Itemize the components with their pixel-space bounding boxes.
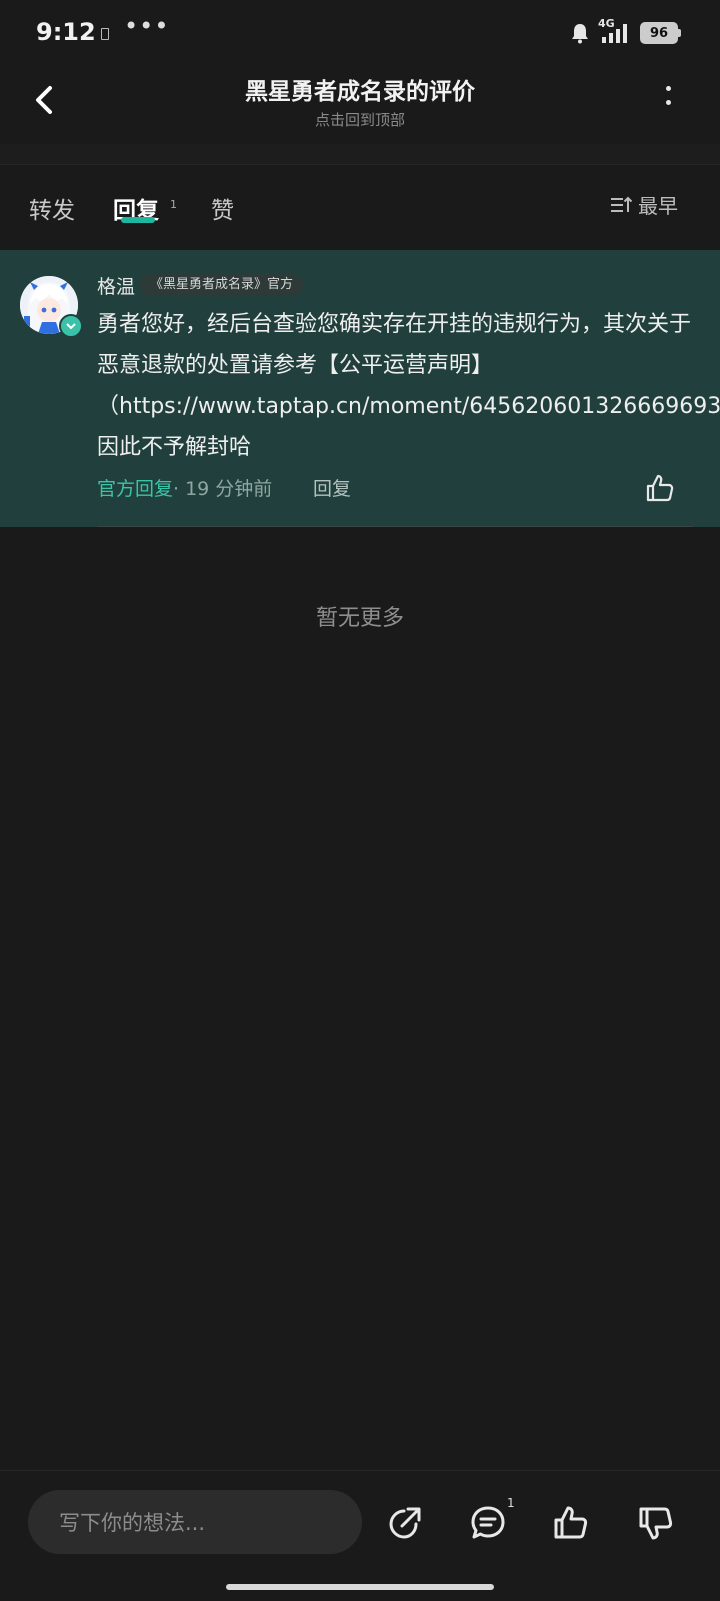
bell-icon (572, 24, 588, 44)
battery-level: 96 (649, 25, 669, 41)
reply-button[interactable]: 回复 (313, 474, 351, 501)
comment-item: 格温 《黑星勇者成名录》官方 勇者您好，经后台查验您确实存在开挂的违规行为，其次… (0, 250, 720, 527)
comment-author[interactable]: 格温 (97, 272, 135, 299)
verified-badge-icon (59, 314, 83, 338)
tab-likes[interactable]: 赞 (211, 191, 234, 225)
header-divider-band (0, 144, 720, 165)
top-nav: 黑星勇者成名录的评价 点击回到顶部 (0, 66, 720, 145)
comment-divider (97, 526, 693, 527)
dislike-icon[interactable] (637, 1504, 675, 1542)
comment-meta: 官方回复 · 19 分钟前 (97, 474, 272, 501)
battery-icon: 96 (640, 22, 681, 44)
thumbs-up-icon[interactable] (644, 472, 676, 504)
comment-text: 勇者您好，经后台查验您确实存在开挂的违规行为，其次关于恶意退款的处置请参考【公平… (97, 312, 720, 460)
official-tag: 《黑星勇者成名录》官方 (140, 274, 304, 296)
tab-forward[interactable]: 转发 (29, 191, 75, 225)
comment-input[interactable]: 写下你的想法... (28, 1490, 362, 1554)
status-time: 9:12 (36, 18, 96, 46)
signal-icon: 4G (598, 17, 632, 45)
status-icons: 4G 96 (570, 17, 681, 46)
sort-label: 最早 (638, 194, 678, 218)
more-notifications-icon: ••• (124, 12, 170, 40)
more-options-icon[interactable] (662, 86, 674, 116)
official-reply-label: 官方回复 (97, 478, 174, 500)
status-bar: 9:12 ••• 4G 96 (0, 0, 720, 66)
like-icon[interactable] (552, 1504, 590, 1542)
sim-icon (101, 28, 109, 40)
active-tab-indicator (121, 217, 155, 223)
comment-time: · 19 分钟前 (173, 478, 273, 500)
bottom-action-bar: 写下你的想法... 1 (0, 1470, 720, 1601)
comment-icon[interactable] (469, 1504, 507, 1542)
sort-icon (611, 196, 632, 212)
back-to-top-hint[interactable]: 点击回到顶部 (0, 109, 720, 130)
share-icon[interactable] (386, 1504, 424, 1542)
tab-replies-count: 1 (170, 198, 177, 211)
home-indicator[interactable] (226, 1584, 494, 1590)
comment-input-placeholder: 写下你的想法... (59, 1511, 206, 1535)
comment-count: 1 (507, 1496, 515, 1510)
no-more-text: 暂无更多 (315, 606, 404, 631)
page-title[interactable]: 黑星勇者成名录的评价 (0, 72, 720, 106)
sort-button[interactable]: 最早 (610, 190, 678, 219)
